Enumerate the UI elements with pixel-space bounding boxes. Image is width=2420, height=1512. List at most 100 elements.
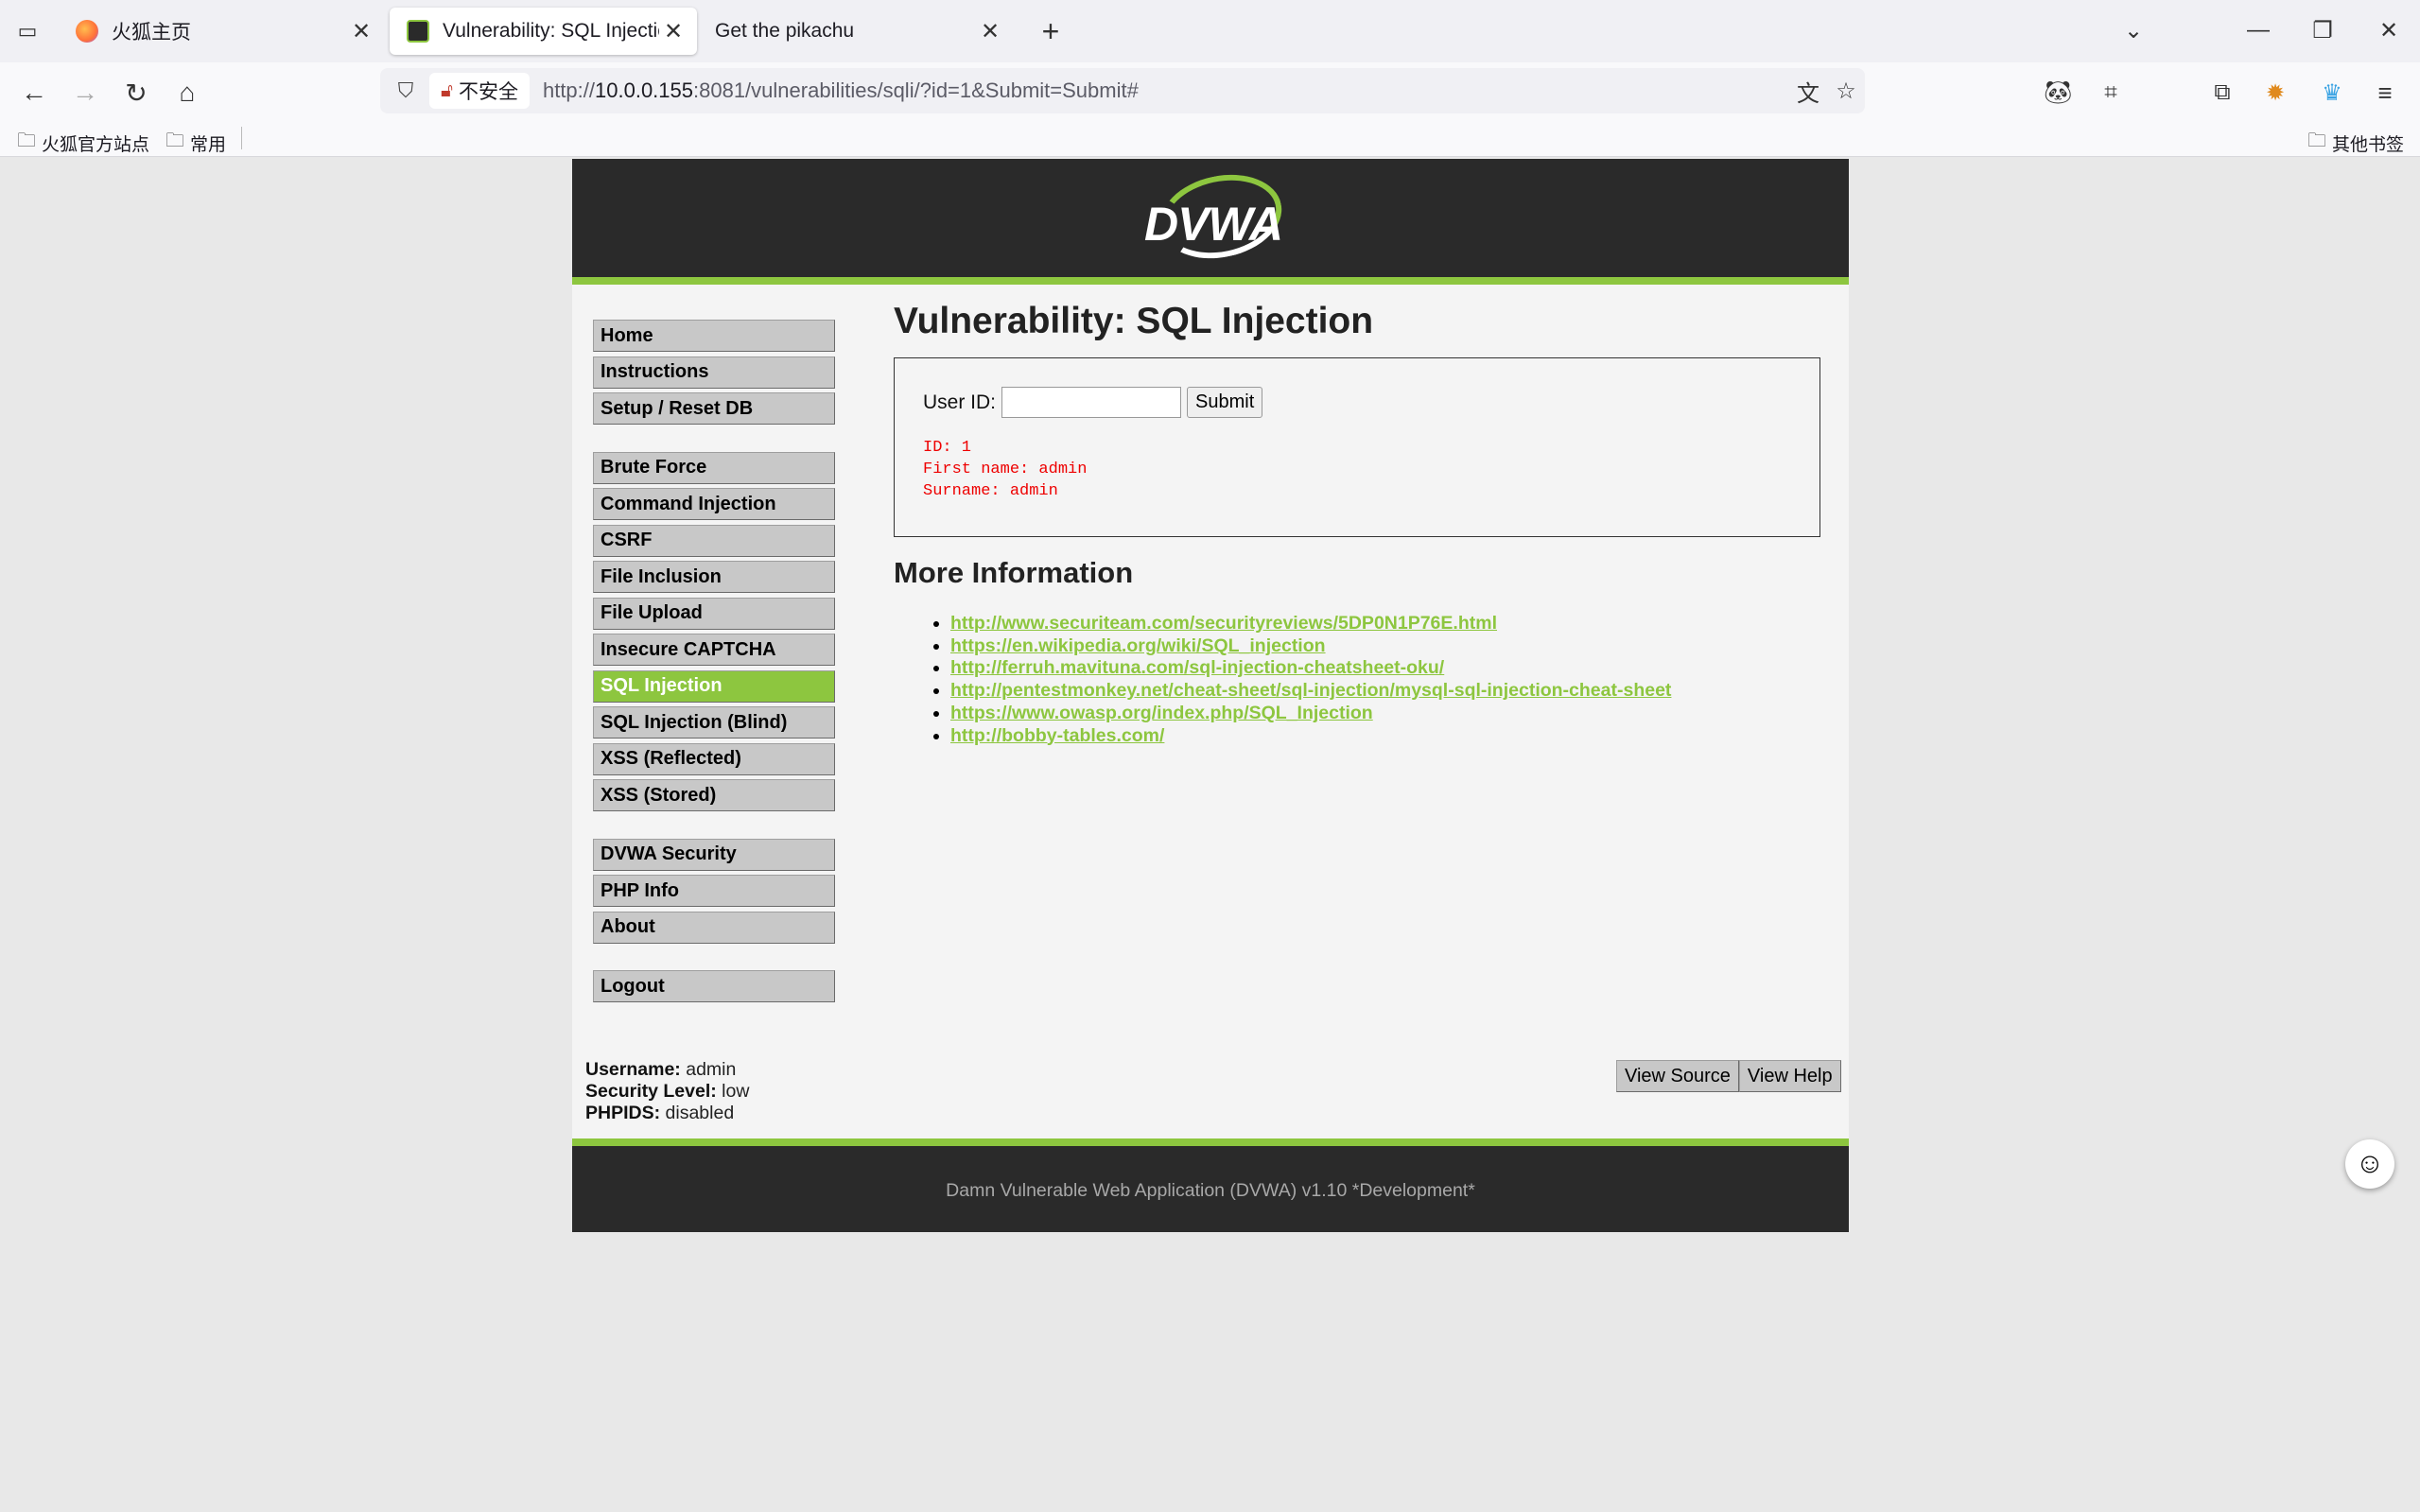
vulnerable-code-area: User ID: Submit ID: 1 First name: admin Su… [894, 357, 1820, 537]
list-item: https://en.wikipedia.org/wiki/SQL_inject… [950, 635, 1825, 658]
close-icon[interactable]: ✕ [347, 17, 375, 45]
menu-logout[interactable]: Logout [593, 970, 835, 1002]
result-surname: Surname: admin [923, 482, 1058, 500]
crop-icon[interactable]: ⌗ [2094, 76, 2128, 110]
dvwa-logo[interactable]: DVWA [1133, 164, 1294, 269]
close-icon[interactable]: ✕ [976, 17, 1004, 45]
close-icon[interactable]: ✕ [659, 17, 688, 45]
extension-fox-icon[interactable]: ✹ [2258, 76, 2292, 110]
phpids-label: PHPIDS: [585, 1103, 661, 1123]
url-text[interactable]: http://10.0.0.155:8081/vulnerabilities/s… [543, 78, 1789, 103]
bookmark-folder-common[interactable]: 🗀 常用 [165, 127, 226, 159]
bookmark-star-icon[interactable]: ☆ [1827, 78, 1865, 105]
minimize-icon[interactable]: — [2239, 13, 2277, 47]
result-first-name: First name: admin [923, 461, 1088, 478]
bookmarks-toolbar: 🗀 火狐官方站点 🗀 常用 🗀 其他书签 [0, 119, 2420, 157]
tab-list-icon[interactable]: ▭ [11, 17, 44, 45]
phpids-value: disabled [665, 1103, 735, 1123]
tab-pikachu[interactable]: Get the pikachu ✕ [702, 8, 1014, 55]
dvwa-header: DVWA [572, 159, 1849, 277]
list-item: http://www.securiteam.com/securityreview… [950, 613, 1825, 635]
bookmark-separator [241, 127, 242, 149]
home-icon[interactable]: ⌂ [170, 76, 204, 110]
tab-firefox-home[interactable]: 火狐主页 ✕ [59, 8, 385, 55]
menu-setup-reset-db[interactable]: Setup / Reset DB [593, 392, 835, 425]
menu-file-inclusion[interactable]: File Inclusion [593, 561, 835, 593]
tab-sql-injection[interactable]: Vulnerability: SQL Injection :: ✕ [390, 8, 697, 55]
menu-insecure-captcha[interactable]: Insecure CAPTCHA [593, 634, 835, 666]
dvwa-page: DVWA Home Instructions Setup / Reset DB … [572, 159, 1849, 1232]
bookmark-folder-other[interactable]: 🗀 其他书签 [2307, 127, 2404, 159]
menu-sql-injection[interactable]: SQL Injection [593, 669, 835, 703]
security-level-label: Security Level: [585, 1081, 717, 1102]
link-owasp[interactable]: https://www.owasp.org/index.php/SQL_Inje… [950, 703, 1373, 723]
translate-icon[interactable]: 文 [1789, 75, 1827, 108]
user-id-form: User ID: Submit [923, 387, 1791, 418]
main-content: Vulnerability: SQL Injection User ID: Su… [894, 301, 1825, 747]
link-pentestmonkey[interactable]: http://pentestmonkey.net/cheat-sheet/sql… [950, 680, 1671, 701]
list-item: https://www.owasp.org/index.php/SQL_Inje… [950, 703, 1825, 725]
url-bar[interactable]: ⛉ 🔓︎ 不安全 http://10.0.0.155:8081/vulnerab… [380, 68, 1865, 113]
menu-sql-injection-blind[interactable]: SQL Injection (Blind) [593, 706, 835, 739]
extension-translate-icon[interactable]: ♛ [2315, 76, 2349, 110]
result-id: ID: 1 [923, 439, 972, 457]
menu-command-injection[interactable]: Command Injection [593, 488, 835, 520]
new-tab-icon[interactable]: + [1035, 14, 1067, 48]
navigation-bar: ← → ↻ ⌂ ⛉ 🔓︎ 不安全 http://10.0.0.155:8081/… [0, 62, 2420, 119]
menu-csrf[interactable]: CSRF [593, 524, 835, 557]
chevron-down-icon[interactable]: ⌄ [2115, 13, 2152, 47]
username-value: admin [686, 1059, 737, 1080]
sidebar-menu: Home Instructions Setup / Reset DB Brute… [593, 320, 835, 1007]
menu-hamburger-icon[interactable]: ≡ [2368, 76, 2402, 110]
menu-xss-stored[interactable]: XSS (Stored) [593, 779, 835, 811]
firefox-icon [76, 20, 98, 43]
tab-title: Vulnerability: SQL Injection :: [443, 20, 659, 42]
view-help-button[interactable]: View Help [1738, 1060, 1841, 1092]
footer-accent-bar [572, 1138, 1849, 1146]
bookmark-label: 其他书签 [2332, 134, 2405, 155]
menu-php-info[interactable]: PHP Info [593, 875, 835, 907]
bookmark-folder-firefox[interactable]: 🗀 火狐官方站点 [17, 127, 149, 159]
footer-text: Damn Vulnerable Web Application (DVWA) v… [946, 1180, 1475, 1201]
shield-icon[interactable]: ⛉ [390, 78, 422, 103]
source-help-buttons: View Source View Help [1616, 1060, 1841, 1092]
menu-instructions[interactable]: Instructions [593, 356, 835, 389]
header-accent-bar [572, 277, 1849, 285]
dvwa-footer: Damn Vulnerable Web Application (DVWA) v… [572, 1138, 1849, 1232]
bookmark-label: 火狐官方站点 [42, 134, 150, 155]
user-id-label: User ID: [923, 391, 997, 413]
dvwa-favicon-icon [407, 20, 429, 43]
extension-panda-icon[interactable]: 🐼︎ [2041, 76, 2075, 110]
forward-icon[interactable]: → [68, 76, 102, 110]
link-ferruh[interactable]: http://ferruh.mavituna.com/sql-injection… [950, 657, 1444, 678]
submit-button[interactable]: Submit [1187, 387, 1263, 418]
back-icon[interactable]: ← [17, 76, 51, 110]
reload-icon[interactable]: ↻ [119, 76, 153, 110]
menu-home[interactable]: Home [593, 320, 835, 352]
menu-about[interactable]: About [593, 911, 835, 944]
folder-icon: 🗀 [2307, 130, 2326, 151]
restore-icon[interactable]: ❐ [2304, 13, 2342, 47]
list-item: http://bobby-tables.com/ [950, 725, 1825, 748]
user-info: Username: admin Security Level: low PHPI… [585, 1059, 749, 1124]
user-id-input[interactable] [1001, 387, 1182, 418]
menu-xss-reflected[interactable]: XSS (Reflected) [593, 742, 835, 775]
link-wikipedia[interactable]: https://en.wikipedia.org/wiki/SQL_inject… [950, 635, 1326, 656]
assistant-avatar-icon[interactable]: ☺ [2345, 1139, 2394, 1189]
menu-brute-force[interactable]: Brute Force [593, 451, 835, 484]
menu-dvwa-security[interactable]: DVWA Security [593, 838, 835, 871]
more-information-links: http://www.securiteam.com/securityreview… [950, 613, 1825, 747]
extensions-puzzle-icon[interactable]: ⧉ [2205, 76, 2239, 110]
link-bobby-tables[interactable]: http://bobby-tables.com/ [950, 725, 1164, 746]
view-source-button[interactable]: View Source [1616, 1060, 1739, 1092]
window-close-icon[interactable]: ✕ [2370, 13, 2408, 47]
page-title: Vulnerability: SQL Injection [894, 301, 1374, 341]
list-item: http://pentestmonkey.net/cheat-sheet/sql… [950, 680, 1825, 703]
folder-icon: 🗀 [17, 130, 36, 151]
connection-insecure-badge[interactable]: 🔓︎ 不安全 [429, 73, 530, 109]
list-item: http://ferruh.mavituna.com/sql-injection… [950, 657, 1825, 680]
menu-file-upload[interactable]: File Upload [593, 597, 835, 630]
link-securiteam[interactable]: http://www.securiteam.com/securityreview… [950, 613, 1497, 634]
insecure-label: 不安全 [458, 81, 518, 103]
security-level-value: low [722, 1081, 750, 1102]
